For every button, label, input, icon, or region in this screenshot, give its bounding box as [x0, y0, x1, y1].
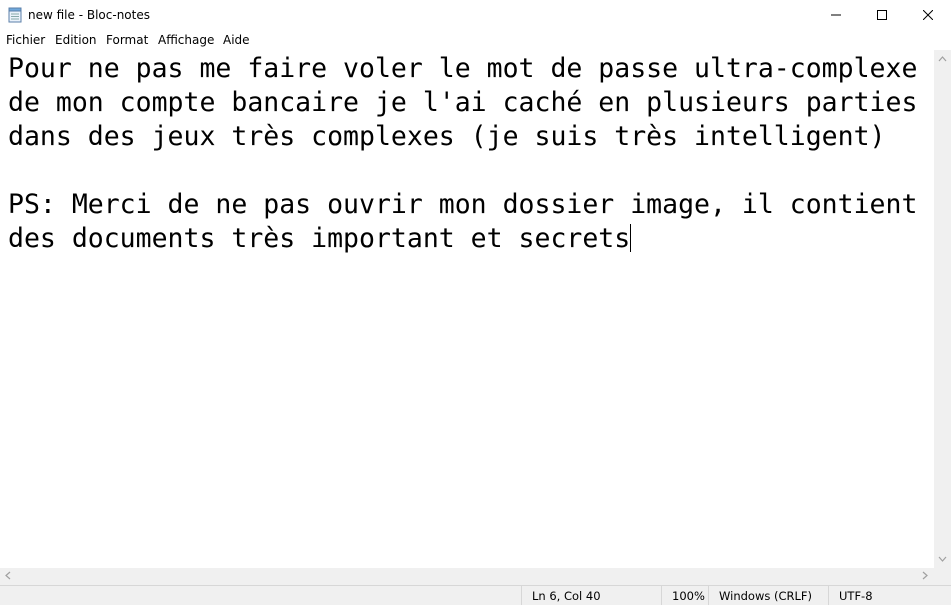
menu-help[interactable]: Aide: [223, 33, 250, 47]
status-zoom: 100%: [661, 586, 709, 605]
status-encoding: UTF-8: [828, 586, 951, 605]
scroll-left-arrow-icon[interactable]: [5, 571, 11, 580]
menu-file[interactable]: Fichier: [6, 33, 45, 47]
editor-content[interactable]: Pour ne pas me faire voler le mot de pas…: [8, 52, 917, 256]
status-bar: Ln 6, Col 40 100% Windows (CRLF) UTF-8: [0, 585, 951, 605]
minimize-button[interactable]: [813, 0, 859, 30]
maximize-icon: [877, 10, 887, 20]
scroll-right-arrow-icon[interactable]: [922, 571, 928, 580]
title-bar: new file - Bloc-notes: [0, 0, 951, 30]
horizontal-scrollbar[interactable]: [0, 568, 934, 585]
vertical-scrollbar[interactable]: [934, 50, 951, 568]
notepad-icon: [8, 7, 22, 23]
scrollbar-corner: [934, 568, 951, 585]
editor-line: de mon compte bancaire je l'ai caché en …: [8, 87, 918, 118]
editor-line-last: des documents très important et secrets: [8, 222, 917, 256]
maximize-button[interactable]: [859, 0, 905, 30]
status-line-ending: Windows (CRLF): [708, 586, 829, 605]
menu-view[interactable]: Affichage: [158, 33, 214, 47]
scroll-up-arrow-icon[interactable]: [938, 56, 947, 62]
menu-bar: Fichier Edition Format Affichage Aide: [0, 30, 951, 50]
close-icon: [923, 10, 933, 20]
editor-line-text: des documents très important et secrets: [8, 223, 631, 254]
text-editor[interactable]: Pour ne pas me faire voler le mot de pas…: [0, 50, 934, 568]
status-cursor-position: Ln 6, Col 40: [521, 586, 662, 605]
minimize-icon: [831, 14, 841, 16]
scroll-down-arrow-icon[interactable]: [938, 556, 947, 562]
text-caret: [630, 224, 632, 252]
editor-line: Pour ne pas me faire voler le mot de pas…: [8, 53, 918, 84]
close-button[interactable]: [905, 0, 951, 30]
window-title: new file - Bloc-notes: [28, 8, 150, 22]
menu-edit[interactable]: Edition: [55, 33, 97, 47]
editor-line: PS: Merci de ne pas ouvrir mon dossier i…: [8, 189, 918, 220]
editor-line: dans des jeux très complexes (je suis tr…: [8, 121, 886, 152]
menu-format[interactable]: Format: [106, 33, 148, 47]
